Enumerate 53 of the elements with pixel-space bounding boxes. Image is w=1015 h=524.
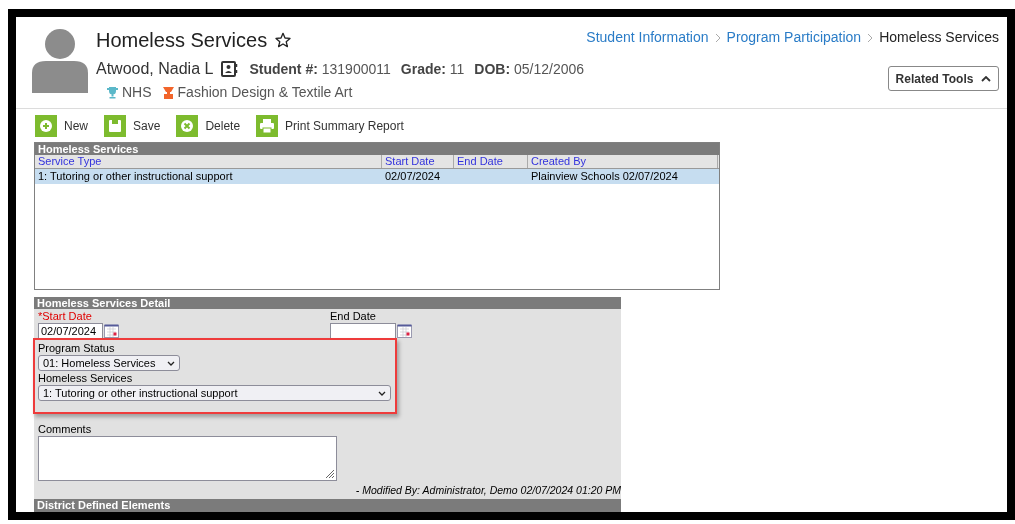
date-field[interactable]: [330, 323, 396, 339]
avatar-icon: [32, 27, 88, 93]
printer-icon: [256, 115, 279, 137]
status-select[interactable]: 01: Homeless Services: [38, 355, 180, 371]
student-field: DOB: 05/12/2006: [474, 58, 585, 80]
toolbar-button[interactable]: Delete: [176, 115, 241, 137]
column-header[interactable]: Start Date: [382, 155, 454, 168]
comments-field[interactable]: [38, 436, 337, 481]
delete-icon: [176, 115, 199, 137]
add-icon: [35, 115, 57, 137]
contact-card-icon[interactable]: [221, 61, 240, 77]
chevron-down-icon: [378, 390, 386, 396]
table-cell: 02/07/2024: [385, 170, 441, 182]
calendar-icon[interactable]: [397, 324, 412, 338]
program-tag: NHS: [122, 82, 152, 103]
student-field: Grade: 11: [400, 58, 465, 80]
resize-grip-icon[interactable]: [325, 469, 335, 479]
breadcrumb-link[interactable]: Program Participation: [726, 27, 862, 48]
trophy-icon: [106, 86, 119, 99]
program-tag: Fashion Design & Textile Art: [177, 82, 353, 103]
field-label: Program Status: [38, 342, 116, 355]
page-title: Homeless Services: [96, 28, 268, 53]
services-select[interactable]: 1: Tutoring or other instructional support: [38, 385, 391, 401]
student-name: Atwood, Nadia L: [96, 59, 214, 79]
panel-title: Homeless Services: [35, 143, 719, 155]
table-row[interactable]: 1: Tutoring or other instructional support 02/07/2024 Plainview Schools 02/07/2024: [35, 169, 719, 184]
date-field[interactable]: 02/07/2024: [38, 323, 103, 339]
toolbar-button[interactable]: Print Summary Report: [256, 115, 404, 137]
chevron-right-icon: [714, 32, 721, 43]
toolbar-button[interactable]: New: [35, 115, 88, 137]
panel-title: Homeless Services Detail: [34, 297, 621, 309]
save-icon: [104, 115, 126, 137]
star-icon[interactable]: [275, 32, 292, 48]
related-tools-button[interactable]: Related Tools: [888, 66, 999, 91]
field-label: Comments: [38, 423, 93, 436]
calendar-icon[interactable]: [104, 324, 119, 338]
field-label: *Start Date: [38, 310, 93, 323]
panel-title[interactable]: District Defined Elements: [34, 499, 621, 512]
column-header[interactable]: Created By: [528, 155, 718, 168]
breadcrumb-current: Homeless Services: [879, 28, 999, 47]
chevron-right-icon: [867, 32, 874, 43]
chevron-down-icon: [167, 360, 175, 366]
table-cell: Plainview Schools 02/07/2024: [531, 170, 678, 182]
student-field: Student #: 131900011: [249, 58, 391, 80]
toolbar-button[interactable]: Save: [104, 115, 161, 137]
column-header[interactable]: Service Type: [35, 155, 382, 168]
table-cell: 1: Tutoring or other instructional support: [38, 170, 233, 182]
column-header[interactable]: End Date: [454, 155, 528, 168]
field-label: End Date: [330, 310, 377, 323]
breadcrumb-link[interactable]: Student Information: [586, 27, 709, 48]
modified-note: - Modified By: Administrator, Demo 02/07/2024 01:20 PM: [355, 484, 621, 497]
pathway-icon: [161, 85, 175, 100]
field-label: Homeless Services: [38, 372, 134, 385]
